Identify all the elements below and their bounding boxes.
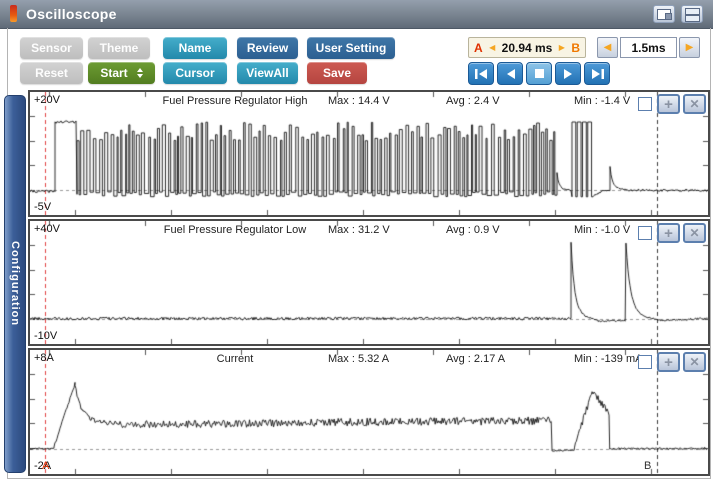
skip-end-icon[interactable] [584,62,610,85]
stop-icon[interactable] [526,62,552,85]
cursor-button[interactable]: Cursor [163,62,227,84]
arrow-right-icon: ▶ [559,43,565,52]
channel-name: Current [135,353,335,365]
skip-start-icon[interactable] [468,62,494,85]
close-icon[interactable]: ✕ [683,94,706,114]
viewall-button[interactable]: ViewAll [237,62,298,84]
app-logo-icon [10,5,17,22]
play-icon[interactable] [555,62,581,85]
channel-name: Fuel Pressure Regulator High [135,95,335,107]
channel-name: Fuel Pressure Regulator Low [135,224,335,236]
screenshot-icon[interactable] [653,5,675,23]
timebase-decrease-button[interactable]: ◀ [597,37,618,58]
layout-icon[interactable] [681,5,703,23]
waveform-canvas-low[interactable] [30,221,708,344]
channel-max: Max : 14.4 V [328,95,390,107]
ab-time-value: 20.94 ms [502,41,553,55]
channel-checkbox[interactable] [638,355,652,369]
cursor-a-label: A [474,41,483,55]
theme-button[interactable]: Theme [88,37,150,59]
channel-min: Min : -1.0 V [574,224,630,236]
user-setting-button[interactable]: User Setting [307,37,395,59]
reset-button[interactable]: Reset [20,62,83,84]
save-button[interactable]: Save [307,62,367,84]
scale-top-label: +20V [34,94,60,106]
arrow-left-icon: ◀ [489,43,495,52]
cursor-a-marker[interactable]: A [42,460,49,472]
title-bar: Oscilloscope [0,0,713,29]
channel-max: Max : 31.2 V [328,224,390,236]
ab-time-readout: A ◀ 20.94 ms ▶ B [468,37,586,58]
cursor-b-marker[interactable]: B [644,460,651,472]
close-icon[interactable]: ✕ [683,352,706,372]
channel-avg: Avg : 0.9 V [446,224,500,236]
configuration-tab-label: Configuration [9,241,21,326]
channel-checkbox[interactable] [638,97,652,111]
close-icon[interactable]: ✕ [683,223,706,243]
zoom-plus-icon[interactable]: + [657,352,680,372]
scale-top-label: +8A [34,352,54,364]
channel-max: Max : 5.32 A [328,353,389,365]
transport-controls [468,62,610,85]
scale-bottom-label: -10V [34,330,57,342]
spinner-arrows-icon [137,68,143,78]
channel-checkbox[interactable] [638,226,652,240]
channel-min: Min : -1.4 V [574,95,630,107]
start-button[interactable]: Start [88,62,155,84]
window-title: Oscilloscope [26,6,117,22]
timebase-increase-button[interactable]: ▶ [679,37,700,58]
oscilloscope-window: Oscilloscope Sensor Theme Name Review Us… [0,0,713,482]
sensor-button[interactable]: Sensor [20,37,83,59]
review-button[interactable]: Review [237,37,298,59]
scope-panel-current: +8A -2A Current Max : 5.32 A Avg : 2.17 … [28,348,710,476]
scale-bottom-label: -5V [34,201,51,213]
scale-top-label: +40V [34,223,60,235]
scope-panel-high: +20V -5V Fuel Pressure Regulator High Ma… [28,90,710,217]
start-button-label: Start [100,66,127,80]
configuration-tab[interactable]: Configuration [4,95,26,473]
scope-panel-low: +40V -10V Fuel Pressure Regulator Low Ma… [28,219,710,346]
waveform-canvas-current[interactable] [30,350,708,474]
timebase-value[interactable]: 1.5ms [620,37,677,58]
waveform-canvas-high[interactable] [30,92,708,215]
channel-avg: Avg : 2.17 A [446,353,505,365]
step-back-icon[interactable] [497,62,523,85]
channel-avg: Avg : 2.4 V [446,95,500,107]
name-button[interactable]: Name [163,37,227,59]
zoom-plus-icon[interactable]: + [657,223,680,243]
zoom-plus-icon[interactable]: + [657,94,680,114]
channel-min: Min : -139 mA [574,353,642,365]
cursor-b-label: B [571,41,580,55]
